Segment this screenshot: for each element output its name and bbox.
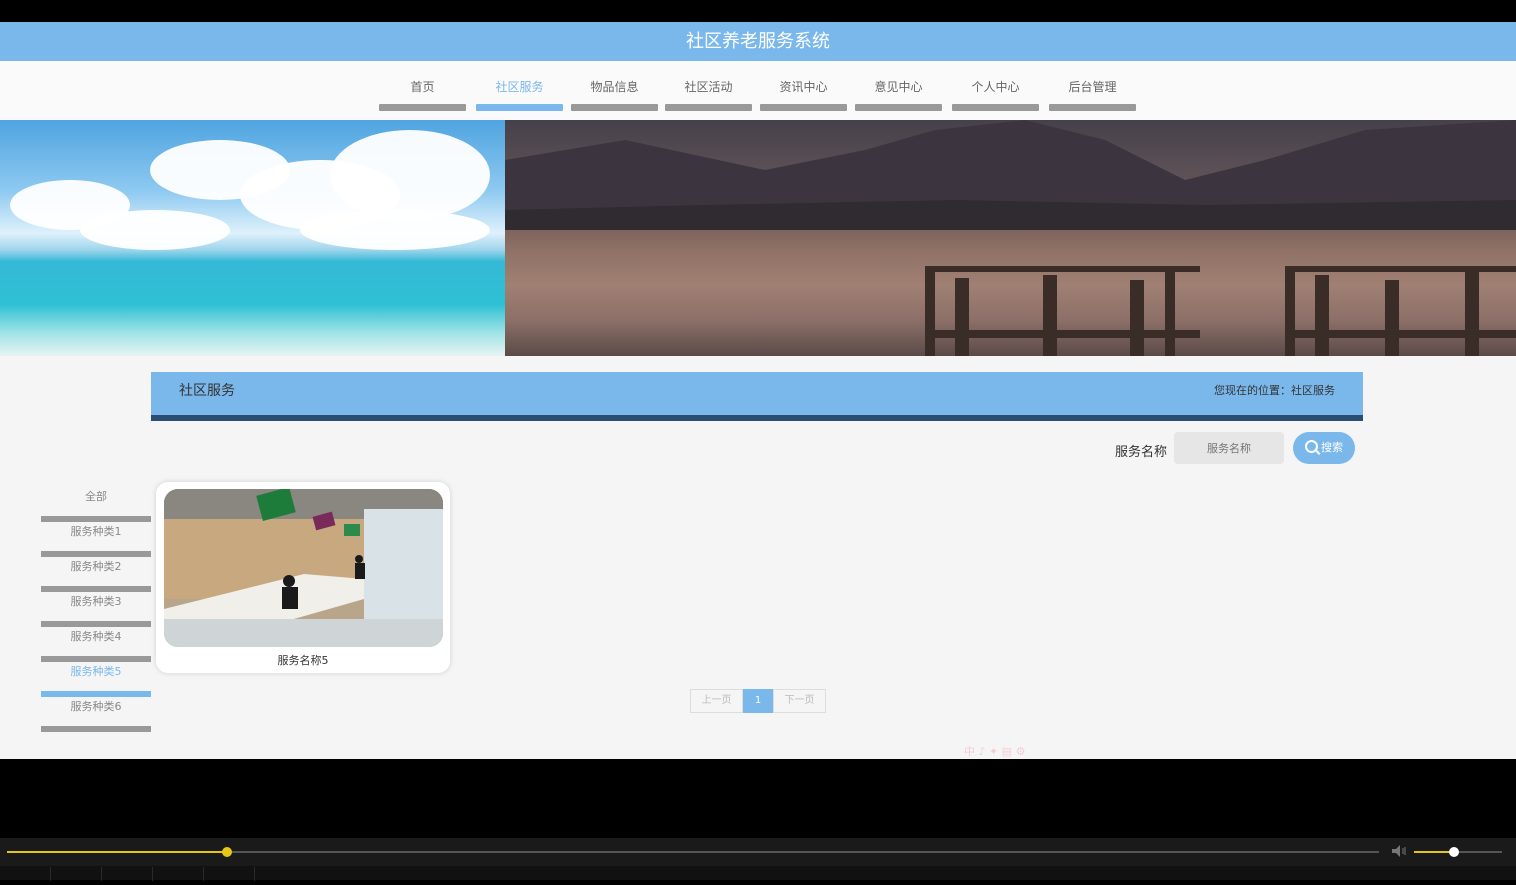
nav-item-profile[interactable]: 个人中心 xyxy=(952,77,1039,111)
nav-underline xyxy=(760,104,847,111)
section-title: 社区服务 xyxy=(179,383,235,399)
section-header: 社区服务 您现在的位置：社区服务 xyxy=(151,372,1363,421)
banner-image-lake xyxy=(505,120,1516,356)
breadcrumb: 您现在的位置：社区服务 xyxy=(1214,384,1335,397)
nav-underline xyxy=(1049,104,1136,111)
category-label: 服务种类4 xyxy=(70,630,122,643)
nav-label: 个人中心 xyxy=(971,80,1020,94)
category-all[interactable]: 全部 xyxy=(41,487,151,522)
browser-page: 社区养老服务系统 首页 社区服务 物品信息 社区活动 资讯中心 意见中心 个人中… xyxy=(0,22,1516,759)
seek-handle[interactable] xyxy=(221,847,232,857)
category-6[interactable]: 服务种类6 xyxy=(41,697,151,732)
nav-underline xyxy=(476,104,563,111)
category-1[interactable]: 服务种类1 xyxy=(41,522,151,557)
service-card[interactable]: 服务名称5 xyxy=(156,482,450,673)
nav-underline xyxy=(952,104,1039,111)
nav-label: 意见中心 xyxy=(874,80,923,94)
service-name: 服务名称5 xyxy=(277,654,329,667)
category-label: 服务种类6 xyxy=(70,700,122,713)
ime-toolbar-text: 中 ♪ ✦ ▤ ⚙ xyxy=(964,745,1026,758)
category-4[interactable]: 服务种类4 xyxy=(41,627,151,662)
search-icon xyxy=(1305,440,1318,453)
nav-item-news[interactable]: 资讯中心 xyxy=(760,77,847,111)
category-label: 全部 xyxy=(85,490,107,503)
nav-item-community-service[interactable]: 社区服务 xyxy=(476,77,563,111)
ime-toolbar: 中 ♪ ✦ ▤ ⚙ xyxy=(964,743,1124,758)
volume-slider[interactable] xyxy=(1414,847,1502,857)
nav-underline xyxy=(855,104,942,111)
search-button-label: 搜索 xyxy=(1321,441,1343,454)
nav-item-goods[interactable]: 物品信息 xyxy=(571,77,658,111)
nav-underline xyxy=(571,104,658,111)
volume-level xyxy=(1414,851,1454,853)
main-nav: 首页 社区服务 物品信息 社区活动 资讯中心 意见中心 个人中心 后台管理 xyxy=(0,61,1516,120)
volume-handle[interactable] xyxy=(1448,847,1459,857)
nav-label: 首页 xyxy=(410,80,435,94)
seek-bar[interactable] xyxy=(7,847,1379,857)
search-label: 服务名称 xyxy=(1115,445,1168,460)
category-label: 服务种类2 xyxy=(70,560,122,573)
nav-item-admin[interactable]: 后台管理 xyxy=(1049,77,1136,111)
page-number-current[interactable]: 1 xyxy=(743,689,773,713)
banner-carousel[interactable] xyxy=(0,120,1516,356)
category-3[interactable]: 服务种类3 xyxy=(41,592,151,627)
nav-underline xyxy=(379,104,466,111)
category-label: 服务种类5 xyxy=(70,665,122,678)
nav-label: 资讯中心 xyxy=(779,80,828,94)
next-page-button[interactable]: 下一页 xyxy=(773,689,826,713)
category-label: 服务种类1 xyxy=(70,525,122,538)
nav-label: 物品信息 xyxy=(590,80,639,94)
service-thumbnail xyxy=(164,489,443,647)
nav-label: 社区服务 xyxy=(495,80,544,94)
category-2[interactable]: 服务种类2 xyxy=(41,557,151,592)
player-bottom-strip xyxy=(0,866,1516,881)
prev-page-button[interactable]: 上一页 xyxy=(690,689,743,713)
search-button[interactable]: 搜索 xyxy=(1293,432,1355,464)
volume-icon[interactable] xyxy=(1392,845,1408,857)
nav-label: 社区活动 xyxy=(684,80,733,94)
banner-image-sea xyxy=(0,120,505,356)
media-player-controls xyxy=(0,838,1516,881)
site-title: 社区养老服务系统 xyxy=(0,22,1516,61)
nav-item-home[interactable]: 首页 xyxy=(379,77,466,111)
nav-label: 后台管理 xyxy=(1068,80,1117,94)
nav-item-activities[interactable]: 社区活动 xyxy=(665,77,752,111)
category-label: 服务种类3 xyxy=(70,595,122,608)
nav-item-feedback[interactable]: 意见中心 xyxy=(855,77,942,111)
category-5[interactable]: 服务种类5 xyxy=(41,662,151,697)
service-name-input[interactable] xyxy=(1174,432,1284,464)
category-underline xyxy=(41,726,151,732)
seek-progress xyxy=(7,851,227,853)
nav-underline xyxy=(665,104,752,111)
